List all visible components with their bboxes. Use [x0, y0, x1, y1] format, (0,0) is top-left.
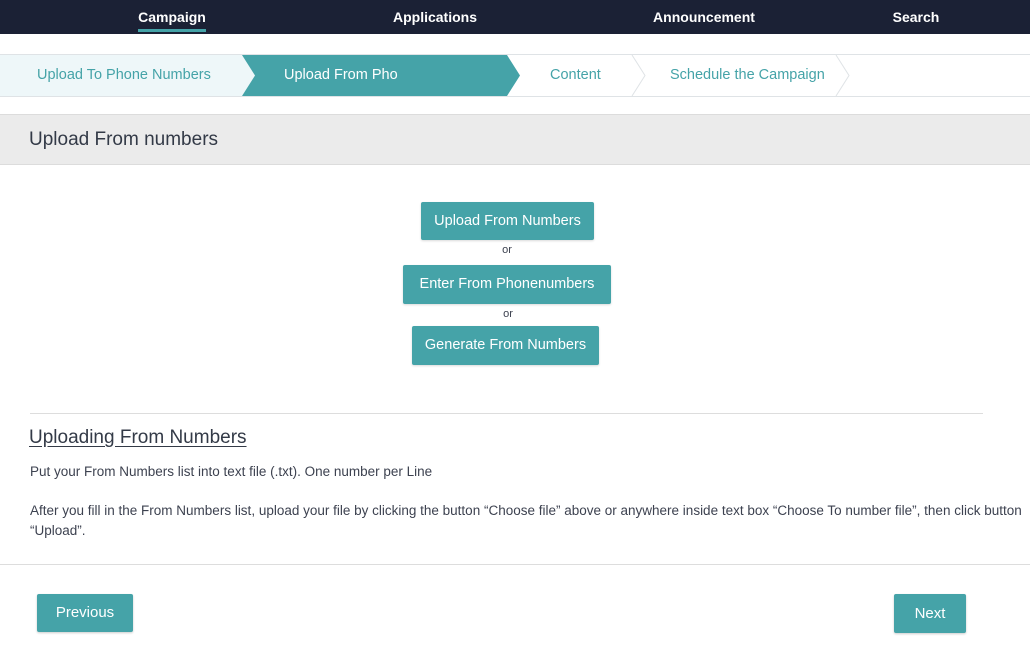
campaign-stepper: Upload To Phone Numbers Upload From Pho … — [0, 54, 1030, 97]
footer-divider — [0, 564, 1030, 565]
info-line-1: Put your From Numbers list into text fil… — [30, 464, 433, 479]
step-schedule-campaign[interactable]: Schedule the Campaign — [670, 55, 825, 96]
step-upload-to-phone-numbers[interactable]: Upload To Phone Numbers — [37, 55, 211, 96]
or-separator: or — [502, 244, 512, 256]
enter-from-phonenumbers-button[interactable]: Enter From Phonenumbers — [403, 265, 611, 304]
upload-from-numbers-button[interactable]: Upload From Numbers — [421, 202, 594, 240]
nav-item-announcement[interactable]: Announcement — [650, 0, 758, 34]
nav-item-applications[interactable]: Applications — [390, 0, 480, 34]
section-header: Upload From numbers — [0, 114, 1030, 165]
or-separator: or — [503, 308, 513, 320]
top-navigation: Campaign Applications Announcement Searc… — [0, 0, 1030, 34]
info-line-2: After you fill in the From Numbers list,… — [30, 503, 1022, 538]
step-upload-from-phone[interactable]: Upload From Pho — [284, 55, 398, 96]
info-title: Uploading From Numbers — [29, 427, 247, 448]
generate-from-numbers-button[interactable]: Generate From Numbers — [412, 326, 599, 365]
previous-button[interactable]: Previous — [37, 594, 133, 632]
next-button[interactable]: Next — [894, 594, 966, 633]
step-content[interactable]: Content — [550, 55, 601, 96]
content-divider — [30, 413, 983, 414]
section-title: Upload From numbers — [29, 129, 219, 150]
nav-item-search[interactable]: Search — [890, 0, 942, 34]
nav-item-campaign[interactable]: Campaign — [138, 0, 206, 34]
